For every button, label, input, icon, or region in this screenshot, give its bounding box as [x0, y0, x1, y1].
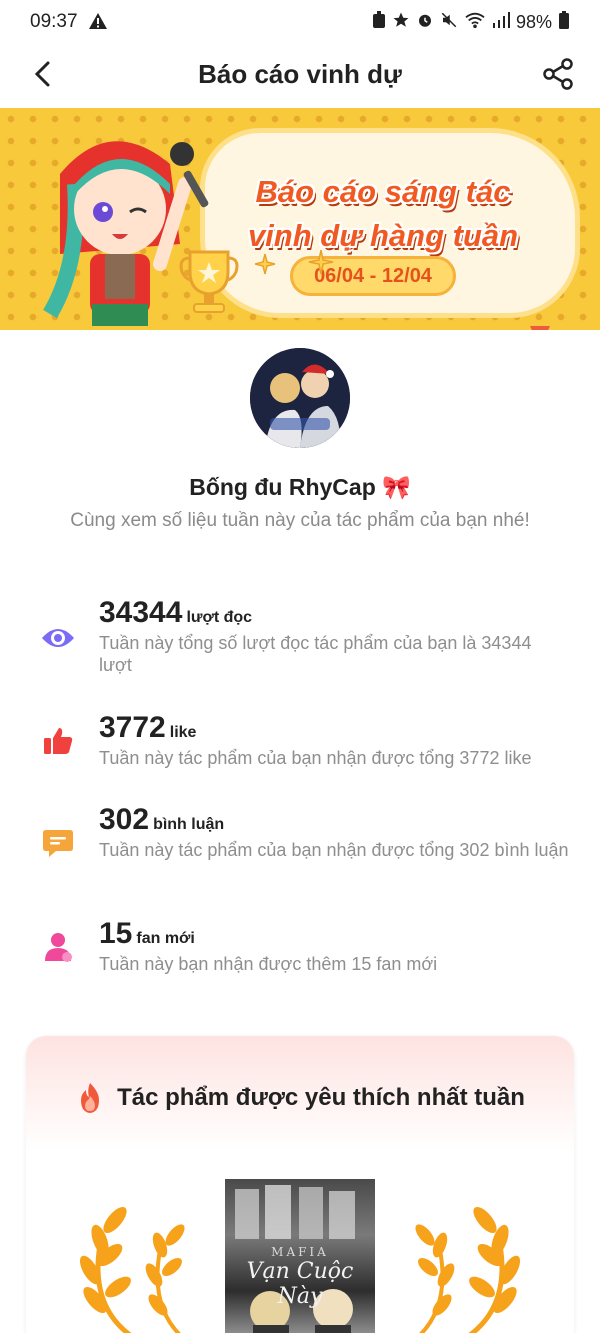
sparkle-icon [255, 250, 334, 275]
comments-description: Tuần này tác phẩm của bạn nhận được tổng… [99, 840, 569, 860]
stat-views: 34344 lượt đọc Tuần này tổng số lượt đọc … [38, 596, 568, 680]
username: Bống đu RhyCap 🎀 [0, 474, 600, 501]
comments-unit: bình luận [153, 816, 225, 833]
comments-value: 302 [99, 803, 150, 836]
thumbs-up-icon [38, 721, 78, 761]
likes-description: Tuần này tác phẩm của bạn nhận được tổng… [99, 748, 532, 768]
stat-comments: 302 bình luận Tuần này tác phẩm của bạn n… [38, 803, 569, 887]
status-time: 09:37 [30, 11, 78, 32]
stat-likes-body: 3772 like Tuần này tác phẩm của bạn nhận … [99, 711, 569, 769]
cover-text-title: Vạn Cuộc Này [246, 1259, 354, 1309]
banner-title: Báo cáo sáng tác vinh dự hàng tuần [218, 170, 548, 258]
weekly-report-banner: Báo cáo sáng tác vinh dự hàng tuần 06/04… [0, 108, 600, 330]
trophy-icon [179, 250, 239, 313]
avatar-photo [250, 348, 350, 448]
cover-text-mafia: MAFIA [271, 1245, 329, 1259]
views-value: 34344 [99, 596, 183, 629]
wifi-icon [464, 11, 486, 34]
views-description: Tuần này tổng số lượt đọc tác phẩm của b… [99, 633, 532, 675]
banner-title-line1: Báo cáo sáng tác [255, 174, 511, 209]
stat-new-fans-body: 15 fan mới Tuần này bạn nhận được thêm 15… [99, 917, 569, 975]
warning-icon [88, 12, 108, 33]
top-work-cover[interactable]: MAFIA Vạn Cuộc Này [225, 1179, 375, 1333]
avatar[interactable] [250, 348, 350, 448]
signal-icon [492, 11, 510, 33]
stat-new-fans: 15 fan mới Tuần này bạn nhận được thêm 15… [38, 917, 568, 977]
user-icon [38, 927, 78, 967]
stat-comments-body: 302 bình luận Tuần này tác phẩm của bạn n… [99, 803, 569, 861]
eye-icon [38, 618, 78, 658]
back-button[interactable] [24, 54, 60, 94]
likes-unit: like [169, 724, 197, 741]
battery-percent: 98% [515, 11, 552, 32]
share-icon [543, 58, 573, 90]
fans-value: 15 [99, 917, 133, 950]
page-title: Báo cáo vinh dự [198, 58, 402, 89]
profile-subtitle: Cùng xem số liệu tuần này của tác phẩm c… [70, 510, 530, 531]
views-unit: lượt đọc [186, 609, 253, 626]
stat-likes: 3772 like Tuần này tác phẩm của bạn nhận … [38, 711, 568, 771]
laurel-left-icon [79, 1206, 185, 1333]
share-button[interactable] [538, 54, 578, 94]
star-icon [392, 11, 410, 34]
stat-views-body: 34344 lượt đọc Tuần này tổng số lượt đọc … [99, 596, 569, 676]
medal-icon [530, 326, 550, 330]
battery-saver-icon [372, 10, 386, 34]
status-bar: 09:37 98% [0, 0, 600, 44]
mute-icon [440, 11, 458, 34]
fans-description: Tuần này bạn nhận được thêm 15 fan mới [99, 954, 438, 974]
likes-value: 3772 [99, 711, 166, 744]
fire-icon [81, 1083, 100, 1113]
app-bar: Báo cáo vinh dự [0, 44, 600, 104]
chevron-left-icon [34, 61, 50, 87]
comment-icon [38, 823, 78, 863]
alarm-icon [416, 11, 434, 34]
username-text: Bống đu RhyCap [189, 474, 376, 500]
bow-emoji: 🎀 [382, 474, 411, 500]
top-work-title: Tác phẩm được yêu thích nhất tuần [117, 1084, 525, 1111]
fans-unit: fan mới [136, 930, 195, 947]
top-work-header: Tác phẩm được yêu thích nhất tuần [0, 1082, 600, 1114]
laurel-right-icon [415, 1206, 521, 1333]
battery-icon [558, 10, 570, 34]
